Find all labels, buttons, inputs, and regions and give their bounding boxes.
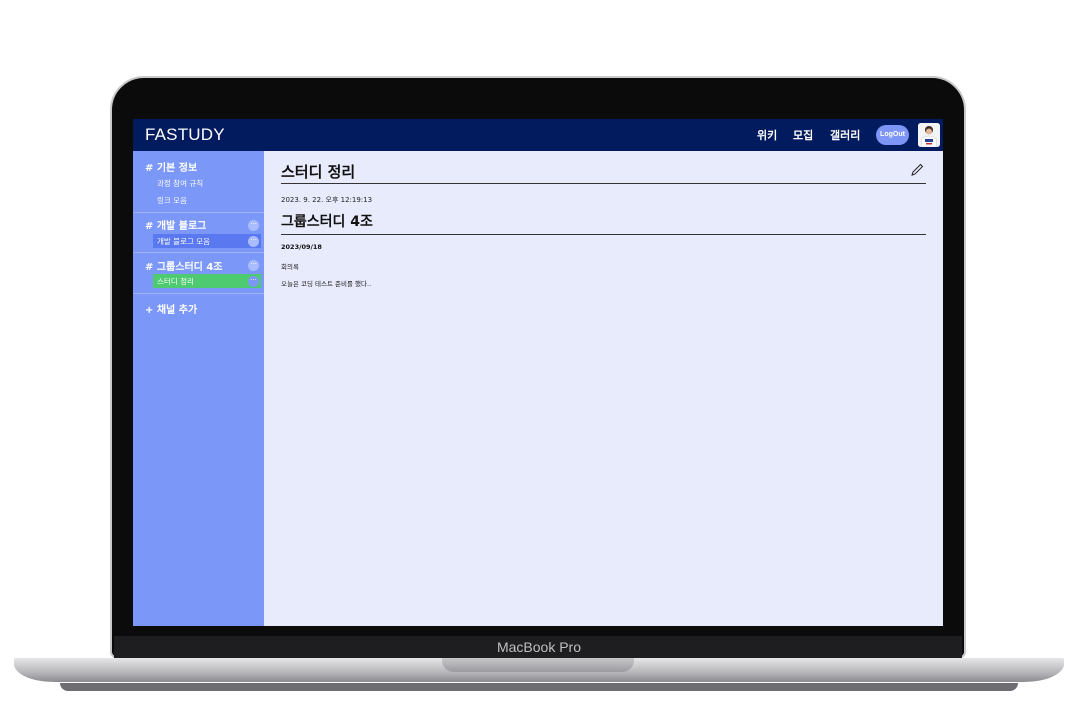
top-navigation-bar: FASTUDY 위키 모집 갤러리 LogOut [133, 119, 943, 151]
post-timestamp: 2023. 9. 22. 오후 12:19:13 [281, 196, 373, 204]
heading-divider [281, 234, 926, 235]
nav-gallery[interactable]: 갤러리 [830, 127, 860, 143]
more-options-icon[interactable]: ··· [248, 276, 259, 287]
sidebar-divider [133, 252, 264, 253]
add-channel-button[interactable]: + 채널 추가 [145, 301, 197, 316]
section-title-group-study[interactable]: # 그룹스터디 4조 [145, 258, 223, 273]
sidebar-item-dev-blog-collection[interactable]: 개발 블로그 모음 [153, 234, 261, 248]
section-title-dev-blog[interactable]: # 개발 블로그 [145, 217, 206, 232]
laptop-notch [442, 658, 634, 672]
laptop-base-shadow [60, 683, 1018, 691]
laptop-mockup: MacBook Pro FASTUDY 위키 모집 갤러리 LogOut # 기… [0, 0, 1078, 720]
section-title-basic-info[interactable]: # 기본 정보 [145, 159, 197, 174]
device-brand-label: MacBook Pro [496, 639, 582, 655]
logout-button[interactable]: LogOut [876, 125, 909, 145]
main-content: 스터디 정리 2023. 9. 22. 오후 12:19:13 그룹스터디 4조… [264, 151, 943, 626]
avatar-image [918, 123, 940, 147]
document-line: 회의록 [281, 263, 299, 271]
app-screen: FASTUDY 위키 모집 갤러리 LogOut # 기본 정보 과정 참여 규… [133, 119, 943, 626]
sidebar-item-course-rules[interactable]: 과정 참여 규칙 [157, 178, 203, 189]
more-options-icon[interactable]: ··· [248, 236, 259, 247]
sidebar-item-link-collection[interactable]: 링크 모음 [157, 195, 187, 206]
more-options-icon[interactable]: ··· [248, 220, 259, 231]
page-title: 스터디 정리 [281, 163, 356, 181]
sidebar-divider [133, 212, 264, 213]
sidebar-item-label: 스터디 정리 [157, 277, 194, 286]
user-avatar[interactable] [918, 123, 940, 147]
document-date: 2023/09/18 [281, 243, 322, 251]
document-heading: 그룹스터디 4조 [281, 214, 373, 230]
nav-recruit[interactable]: 모집 [793, 127, 813, 143]
sidebar-divider [133, 293, 264, 294]
pencil-icon[interactable] [909, 162, 925, 178]
channel-sidebar: # 기본 정보 과정 참여 규칙 링크 모음 # 개발 블로그 ··· 개발 블… [133, 151, 264, 626]
more-options-icon[interactable]: ··· [248, 260, 259, 271]
title-divider [281, 183, 926, 184]
nav-wiki[interactable]: 위키 [757, 127, 777, 143]
sidebar-item-study-notes[interactable]: 스터디 정리 [153, 274, 261, 288]
document-line: 오늘은 코딩 테스트 준비를 했다.. [281, 280, 372, 288]
app-logo[interactable]: FASTUDY [145, 125, 225, 145]
sidebar-item-label: 개발 블로그 모음 [157, 237, 211, 246]
